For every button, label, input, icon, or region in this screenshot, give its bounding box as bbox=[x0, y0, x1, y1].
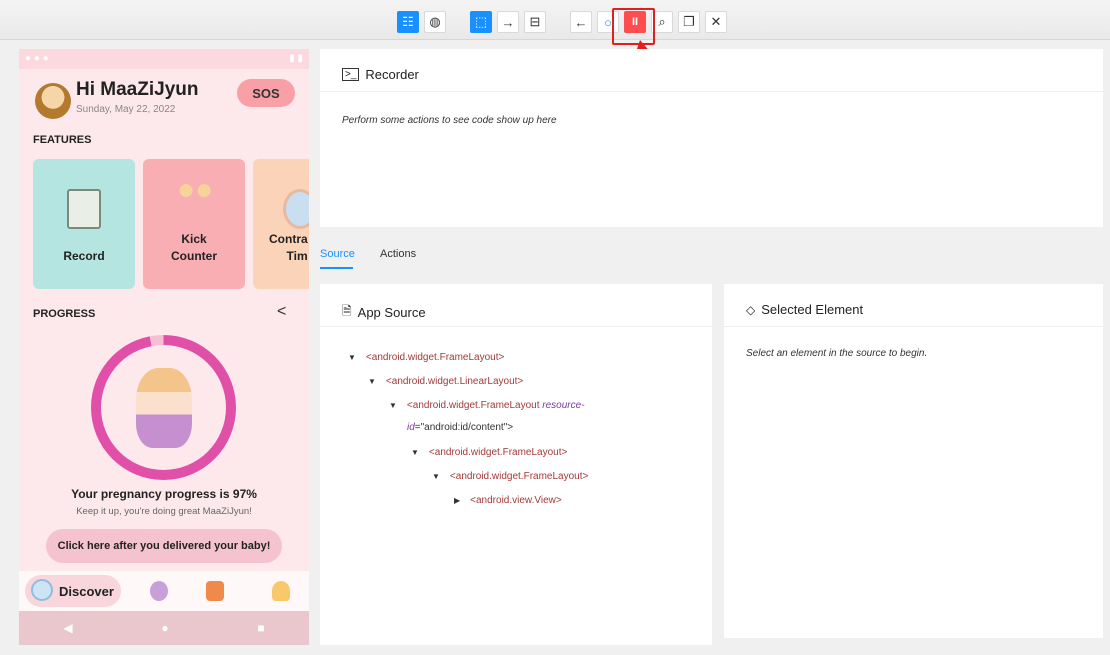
discover-icon bbox=[31, 579, 53, 601]
system-navigation-bar: ◀ ● ■ bbox=[19, 611, 309, 645]
tree-node-linearlayout[interactable]: ▼ <android.widget.LinearLayout> bbox=[368, 376, 523, 387]
app-source-title: 🗎 App Source bbox=[342, 302, 426, 323]
progress-text: Your pregnancy progress is 97% bbox=[71, 487, 257, 501]
tree-node-view[interactable]: ▶ <android.view.View> bbox=[454, 495, 562, 506]
caret-down-icon[interactable]: ▼ bbox=[411, 448, 419, 457]
app-source-panel: 🗎 App Source ▼ <android.widget.FrameLayou… bbox=[320, 284, 712, 645]
tag-icon: ◇ bbox=[746, 302, 756, 317]
nav-bell-icon[interactable] bbox=[272, 581, 290, 601]
system-back-icon[interactable]: ◀ bbox=[63, 621, 72, 635]
inspector-toolbar: ☷ ◍ ⬚ → ⊟ ← ○ II ⌕ ❐ ✕ bbox=[0, 0, 1110, 40]
greeting-date: Sunday, May 22, 2022 bbox=[76, 104, 176, 115]
footprints-icon: ●● bbox=[177, 173, 214, 206]
timer-icon bbox=[283, 189, 309, 229]
sos-button[interactable]: SOS bbox=[237, 79, 295, 107]
selected-element-panel: ◇ Selected Element Select an element in … bbox=[724, 284, 1103, 638]
tree-node-framelayout[interactable]: ▼ <android.widget.FrameLayout> bbox=[348, 352, 504, 363]
nav-discover-label: Discover bbox=[59, 583, 114, 599]
clipboard-icon bbox=[67, 189, 101, 229]
swipe-icon[interactable]: → bbox=[497, 11, 519, 33]
status-icons-left: ● ● ● bbox=[25, 53, 49, 64]
feature-label: Kick Counter bbox=[171, 232, 217, 263]
bottom-navigation: Discover bbox=[19, 571, 309, 611]
native-mode-icon[interactable]: ☷ bbox=[397, 11, 419, 33]
feature-label: Contra Tim bbox=[269, 232, 308, 263]
tab-ink-bar bbox=[320, 267, 353, 269]
tree-node-framelayout-3[interactable]: ▼ <android.widget.FrameLayout> bbox=[432, 471, 588, 482]
recorder-panel: >_ Recorder Perform some actions to see … bbox=[320, 49, 1103, 227]
panel-divider bbox=[320, 326, 712, 327]
progress-ring bbox=[91, 335, 236, 480]
web-mode-icon[interactable]: ◍ bbox=[424, 11, 446, 33]
file-icon: 🗎 bbox=[342, 304, 352, 318]
feature-label: Record bbox=[63, 249, 105, 263]
feature-card-record[interactable]: Record bbox=[33, 159, 135, 289]
panel-divider bbox=[724, 326, 1103, 327]
tap-coordinates-icon[interactable]: ⊟ bbox=[524, 11, 546, 33]
recorder-placeholder: Perform some actions to see code show up… bbox=[342, 115, 557, 126]
tree-node-framelayout-content[interactable]: ▼ <android.widget.FrameLayout resource- bbox=[389, 400, 585, 411]
caret-down-icon[interactable]: ▼ bbox=[389, 401, 397, 410]
system-recents-icon[interactable]: ■ bbox=[257, 621, 264, 635]
recorder-title: >_ Recorder bbox=[342, 67, 419, 82]
tree-node-framelayout-content-attr[interactable]: id="android:id/content"> bbox=[407, 422, 513, 433]
avatar[interactable] bbox=[35, 83, 71, 119]
selected-element-title-label: Selected Element bbox=[761, 302, 864, 317]
caret-right-icon[interactable]: ▶ bbox=[454, 496, 460, 505]
app-source-title-label: App Source bbox=[357, 305, 426, 320]
nav-journal-icon[interactable] bbox=[206, 581, 224, 601]
terminal-icon: >_ bbox=[342, 68, 360, 81]
select-element-icon[interactable]: ⬚ bbox=[470, 11, 492, 33]
annotation-highlight-box bbox=[612, 8, 655, 45]
tab-source[interactable]: Source bbox=[320, 248, 355, 260]
status-icons-right: ▮ ▮ bbox=[289, 53, 303, 64]
caret-down-icon[interactable]: ▼ bbox=[432, 472, 440, 481]
feature-card-contraction-timer[interactable]: Contra Tim bbox=[253, 159, 309, 289]
device-screenshot[interactable]: ● ● ● ▮ ▮ Hi MaaZiJyun Sunday, May 22, 2… bbox=[19, 49, 309, 645]
inspector-tabs: Source Actions bbox=[320, 244, 1103, 274]
tree-node-framelayout-2[interactable]: ▼ <android.widget.FrameLayout> bbox=[411, 447, 567, 458]
caret-down-icon[interactable]: ▼ bbox=[348, 353, 356, 362]
progress-heading: PROGRESS bbox=[33, 308, 96, 320]
progress-subtext: Keep it up, you're doing great MaaZiJyun… bbox=[76, 506, 252, 517]
tab-actions[interactable]: Actions bbox=[380, 248, 416, 260]
system-home-icon[interactable]: ● bbox=[161, 621, 168, 635]
greeting-title: Hi MaaZiJyun bbox=[76, 79, 199, 100]
recorder-title-label: Recorder bbox=[365, 67, 419, 82]
selected-element-placeholder: Select an element in the source to begin… bbox=[746, 348, 928, 359]
delivered-button[interactable]: Click here after you delivered your baby… bbox=[46, 529, 282, 563]
copy-icon[interactable]: ❐ bbox=[678, 11, 700, 33]
close-icon[interactable]: ✕ bbox=[705, 11, 727, 33]
features-heading: FEATURES bbox=[33, 134, 92, 146]
share-icon[interactable]: < bbox=[277, 303, 286, 321]
panel-divider bbox=[320, 91, 1103, 92]
caret-down-icon[interactable]: ▼ bbox=[368, 377, 376, 386]
feature-card-kick-counter[interactable]: ●● Kick Counter bbox=[143, 159, 245, 289]
status-bar: ● ● ● ▮ ▮ bbox=[19, 49, 309, 69]
back-icon[interactable]: ← bbox=[570, 11, 592, 33]
pregnant-girl-illustration bbox=[135, 367, 192, 448]
nav-discover[interactable]: Discover bbox=[25, 575, 121, 607]
progress-ring-inner bbox=[101, 345, 226, 470]
selected-element-title: ◇ Selected Element bbox=[746, 302, 863, 317]
nav-baby-icon[interactable] bbox=[150, 581, 168, 601]
